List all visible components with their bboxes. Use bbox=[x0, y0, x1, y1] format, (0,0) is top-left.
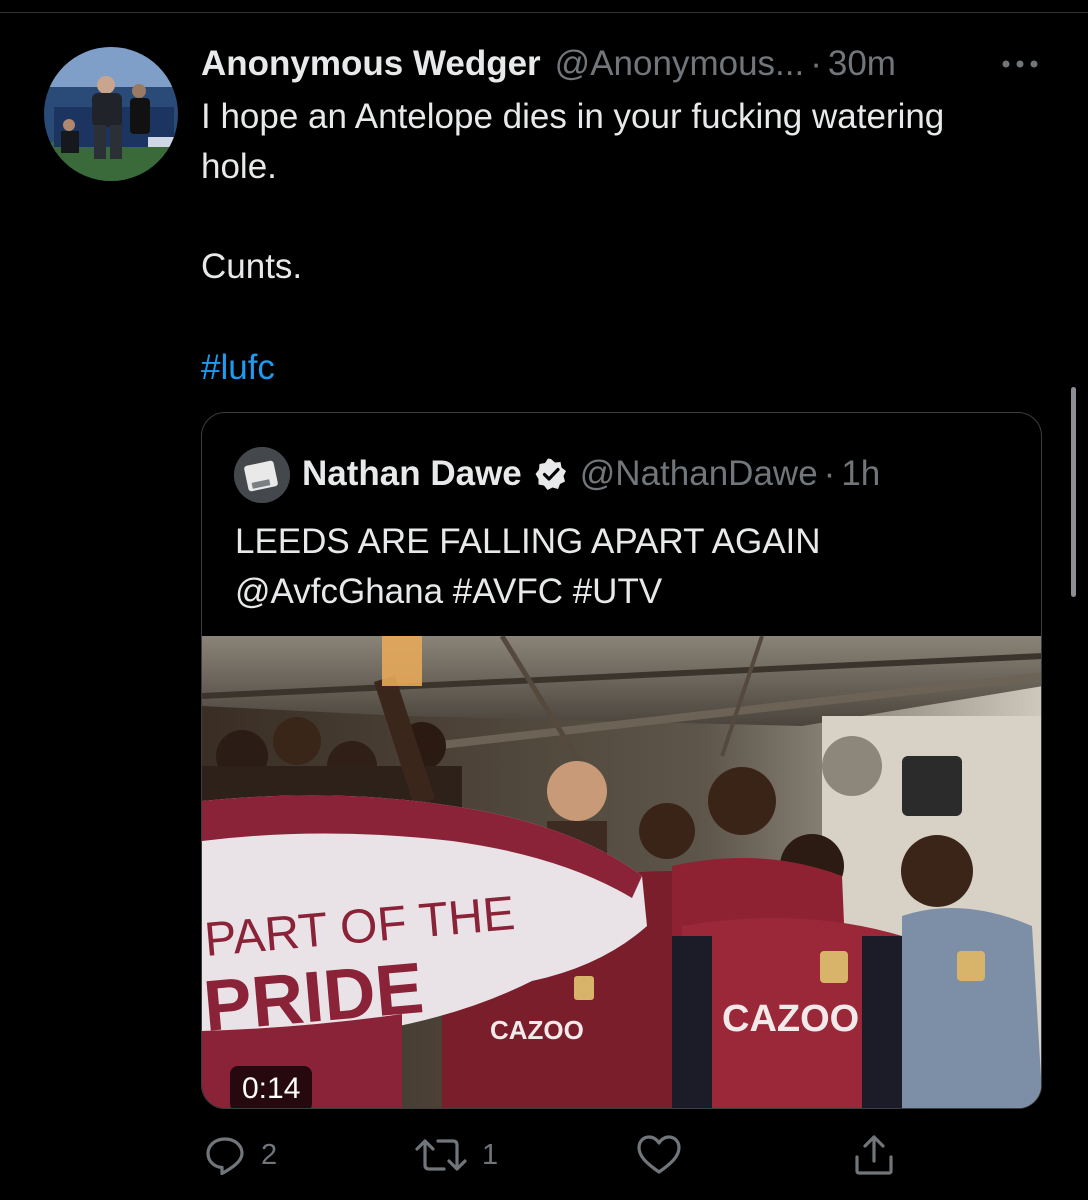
tweet-text: I hope an Antelope dies in your fucking … bbox=[201, 97, 945, 286]
quoted-author-name[interactable]: Nathan Dawe bbox=[302, 454, 522, 494]
video-duration-badge: 0:14 bbox=[230, 1066, 313, 1108]
video-thumbnail[interactable]: CAZOO CAZOO PART OF THE PRIDE 0:14 bbox=[202, 636, 1041, 1108]
quoted-timestamp[interactable]: 1h bbox=[841, 454, 880, 494]
quoted-tweet-card[interactable]: Nathan Dawe @NathanDawe · 1h LEEDS ARE F… bbox=[201, 412, 1042, 1109]
retweet-button[interactable]: 1 bbox=[414, 1130, 498, 1180]
retweet-icon bbox=[415, 1139, 467, 1171]
shirt-sponsor-text-2: CAZOO bbox=[490, 1015, 584, 1045]
quoted-tweet-text: LEEDS ARE FALLING APART AGAIN @AvfcGhana… bbox=[235, 522, 821, 611]
more-horizontal-icon[interactable] bbox=[1000, 52, 1040, 76]
shirt-sponsor-text: CAZOO bbox=[722, 998, 859, 1040]
reply-icon bbox=[206, 1137, 244, 1176]
tweet-action-bar: 2 1 bbox=[201, 1130, 901, 1180]
quoted-author-handle[interactable]: @NathanDawe bbox=[580, 454, 818, 494]
author-handle[interactable]: @Anonymous... bbox=[555, 44, 805, 84]
hashtag-link[interactable]: #lufc bbox=[201, 343, 275, 393]
tweet-header: Anonymous Wedger @Anonymous... · 30m bbox=[201, 40, 1041, 88]
tweet-timestamp[interactable]: 30m bbox=[828, 44, 896, 84]
author-avatar[interactable] bbox=[44, 47, 178, 181]
reply-button[interactable]: 2 bbox=[203, 1130, 277, 1180]
scrollbar[interactable] bbox=[1071, 387, 1076, 597]
top-divider bbox=[0, 12, 1088, 13]
quoted-separator-dot: · bbox=[823, 454, 836, 493]
quoted-author-avatar[interactable] bbox=[234, 447, 290, 503]
share-icon bbox=[855, 1135, 893, 1175]
share-button[interactable] bbox=[852, 1130, 896, 1180]
heart-icon bbox=[637, 1135, 681, 1174]
retweet-count: 1 bbox=[482, 1138, 499, 1171]
verified-badge-icon bbox=[534, 457, 568, 491]
reply-count: 2 bbox=[261, 1138, 278, 1171]
quoted-tweet-header: Nathan Dawe @NathanDawe · 1h bbox=[302, 449, 880, 499]
like-button[interactable] bbox=[636, 1130, 682, 1180]
author-name[interactable]: Anonymous Wedger bbox=[201, 44, 541, 84]
separator-dot: · bbox=[810, 44, 822, 83]
